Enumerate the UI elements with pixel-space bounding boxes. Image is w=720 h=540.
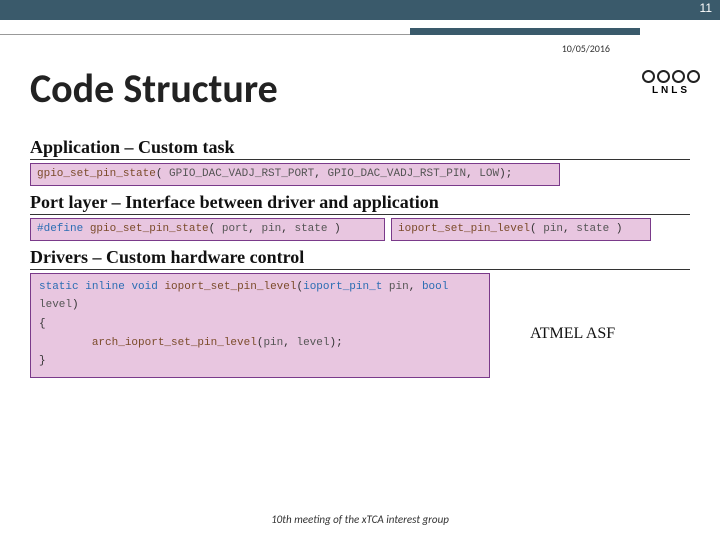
page-number: 11	[700, 1, 712, 15]
rule-left	[0, 34, 470, 35]
logo-text: LNLS	[642, 85, 700, 96]
code-port-left: #define gpio_set_pin_state( port, pin, s…	[30, 218, 385, 241]
logo-rings-icon	[642, 70, 700, 83]
code-drivers: static inline void ioport_set_pin_level(…	[30, 273, 490, 378]
footer-text: 10th meeting of the xTCA interest group	[0, 513, 720, 526]
heading-drivers: Drivers – Custom hardware control	[30, 247, 690, 270]
heading-application: Application – Custom task	[30, 137, 690, 160]
code-port-right: ioport_set_pin_level( pin, state )	[391, 218, 651, 241]
heading-port: Port layer – Interface between driver an…	[30, 192, 690, 215]
section-port: Port layer – Interface between driver an…	[30, 192, 690, 241]
section-drivers: Drivers – Custom hardware control static…	[30, 247, 690, 378]
header-rule	[0, 20, 720, 38]
section-application: Application – Custom task gpio_set_pin_s…	[30, 137, 690, 186]
lnls-logo: LNLS	[642, 70, 700, 97]
rule-right	[410, 28, 640, 35]
top-bar: 11	[0, 0, 720, 20]
aside-label: ATMEL ASF	[530, 325, 615, 343]
code-application: gpio_set_pin_state( GPIO_DAC_VADJ_RST_PO…	[30, 163, 560, 186]
date-label: 10/05/2016	[562, 42, 610, 55]
page-title: Code Structure	[30, 64, 720, 113]
